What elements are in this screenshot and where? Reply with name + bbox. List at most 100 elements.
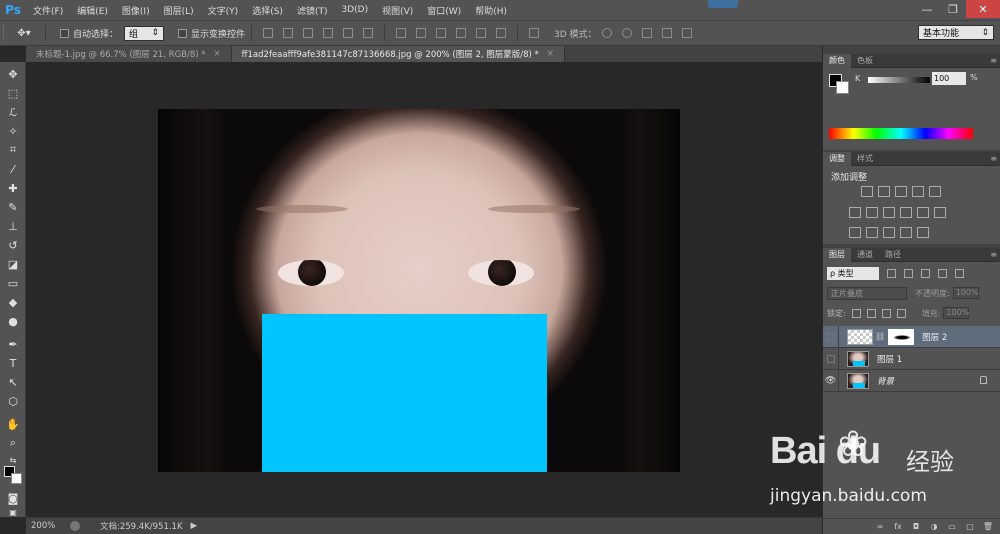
- filter-smart-object-icon[interactable]: [955, 269, 964, 278]
- tab-color[interactable]: 颜色: [823, 53, 851, 68]
- threshold-icon[interactable]: [883, 227, 895, 238]
- gradient-map-icon[interactable]: [900, 227, 912, 238]
- menu-select[interactable]: 选择(S): [245, 4, 290, 17]
- channel-mixer-icon[interactable]: [917, 207, 929, 218]
- group-icon[interactable]: ▭: [947, 522, 957, 532]
- align-hcenter-icon[interactable]: [343, 28, 354, 38]
- black-white-icon[interactable]: [883, 207, 895, 218]
- menu-layer[interactable]: 图层(L): [157, 4, 201, 17]
- fill-field[interactable]: 100%: [943, 307, 970, 319]
- 3d-rotate-icon[interactable]: [601, 28, 612, 38]
- layer-name[interactable]: 图层 1: [877, 353, 902, 365]
- close-icon[interactable]: ×: [547, 49, 554, 59]
- panel-menu-icon[interactable]: ≡: [990, 154, 997, 163]
- mask-link-icon[interactable]: ⛓: [875, 332, 885, 341]
- tab-paths[interactable]: 路径: [879, 248, 907, 262]
- exposure-icon[interactable]: [912, 186, 924, 197]
- link-icon[interactable]: ∞: [875, 522, 885, 532]
- lock-pixels-icon[interactable]: [866, 308, 876, 318]
- tab-swatches[interactable]: 色板: [851, 54, 879, 68]
- mask-icon[interactable]: ◘: [911, 522, 921, 532]
- auto-select-checkbox[interactable]: [60, 28, 69, 38]
- distribute-hcenter-icon[interactable]: [476, 28, 487, 38]
- menu-image[interactable]: 图像(I): [115, 4, 157, 17]
- history-brush-icon[interactable]: ↺: [4, 237, 22, 253]
- trash-icon[interactable]: 🗑: [983, 522, 993, 532]
- visibility-toggle[interactable]: [823, 325, 839, 348]
- panel-menu-icon[interactable]: ≡: [990, 56, 997, 65]
- layer-name[interactable]: 图层 2: [922, 331, 947, 343]
- k-value-field[interactable]: 100: [932, 72, 966, 85]
- 3d-scale-icon[interactable]: [681, 28, 692, 38]
- hand-tool-icon[interactable]: ✋: [4, 416, 22, 432]
- menu-filter[interactable]: 滤镜(T): [290, 4, 335, 17]
- filter-pixel-icon[interactable]: [887, 269, 896, 278]
- lasso-tool-icon[interactable]: ℒ: [4, 104, 22, 120]
- path-selection-icon[interactable]: ↖: [4, 374, 22, 390]
- blur-tool-icon[interactable]: ◆: [4, 294, 22, 310]
- shape-tool-icon[interactable]: ⬡: [4, 393, 22, 409]
- color-balance-icon[interactable]: [866, 207, 878, 218]
- lock-all-icon[interactable]: [896, 308, 906, 318]
- eraser-tool-icon[interactable]: ◪: [4, 256, 22, 272]
- distribute-vcenter-icon[interactable]: [416, 28, 427, 38]
- move-tool-icon[interactable]: ✥: [4, 66, 22, 82]
- clone-stamp-icon[interactable]: ⊥: [4, 218, 22, 234]
- gradient-tool-icon[interactable]: ▭: [4, 275, 22, 291]
- quick-mask-icon[interactable]: ◙: [4, 490, 22, 506]
- menu-3d[interactable]: 3D(D): [334, 5, 375, 15]
- invert-icon[interactable]: [849, 227, 861, 238]
- layer-name[interactable]: 背景: [877, 375, 894, 387]
- show-transform-checkbox[interactable]: [178, 28, 188, 38]
- auto-select-dropdown[interactable]: 组 ⇕: [124, 25, 165, 41]
- lock-transparency-icon[interactable]: [851, 308, 861, 318]
- background-color-swatch[interactable]: [11, 473, 22, 484]
- color-background-swatch[interactable]: [836, 81, 849, 94]
- magic-wand-icon[interactable]: ✧: [4, 123, 22, 139]
- close-icon[interactable]: ×: [214, 49, 221, 59]
- align-right-icon[interactable]: [363, 28, 374, 38]
- menu-help[interactable]: 帮助(H): [468, 4, 514, 17]
- menu-edit[interactable]: 编辑(E): [70, 4, 115, 17]
- fx-icon[interactable]: fx: [893, 522, 903, 532]
- visibility-toggle[interactable]: 👁: [823, 369, 839, 392]
- tab-channels[interactable]: 通道: [851, 248, 879, 262]
- tab-active-document[interactable]: ff1ad2feaafff9afe381147c87136668.jpg @ 2…: [231, 46, 565, 62]
- status-info-icon[interactable]: [70, 521, 80, 531]
- adjustment-icon[interactable]: ◑: [929, 522, 939, 532]
- panel-menu-icon[interactable]: ≡: [990, 250, 997, 259]
- tab-styles[interactable]: 样式: [851, 152, 879, 166]
- menu-view[interactable]: 视图(V): [375, 4, 420, 17]
- align-left-icon[interactable]: [323, 28, 334, 38]
- align-bottom-icon[interactable]: [303, 28, 314, 38]
- tab-untitled-1[interactable]: 未标题-1.jpg @ 66.7% (图层 21, RGB/8) * ×: [26, 46, 232, 62]
- tab-adjustments[interactable]: 调整: [823, 151, 851, 166]
- lock-position-icon[interactable]: [881, 308, 891, 318]
- restore-button[interactable]: ❐: [940, 0, 966, 18]
- brightness-icon[interactable]: [861, 186, 873, 197]
- cyan-rectangle-layer[interactable]: [262, 314, 547, 472]
- photo-filter-icon[interactable]: [900, 207, 912, 218]
- blend-mode-dropdown[interactable]: 正片叠底: [827, 286, 907, 300]
- new-layer-icon[interactable]: ▢: [965, 522, 975, 532]
- canvas-area[interactable]: [27, 62, 822, 517]
- vibrance-icon[interactable]: [929, 186, 941, 197]
- k-channel-slider[interactable]: [868, 77, 930, 83]
- auto-align-icon[interactable]: [529, 28, 540, 38]
- close-button[interactable]: ✕: [966, 0, 1000, 18]
- color-spectrum-ramp[interactable]: [829, 128, 973, 139]
- layer-row-layer-1[interactable]: 图层 1: [823, 347, 1000, 370]
- align-top-icon[interactable]: [263, 28, 274, 38]
- dodge-tool-icon[interactable]: ●: [4, 313, 22, 329]
- layer-filter-dropdown[interactable]: ρ 类型: [827, 267, 879, 280]
- zoom-tool-icon[interactable]: ⌕: [4, 435, 22, 451]
- filter-adjustment-icon[interactable]: [904, 269, 913, 278]
- zoom-field[interactable]: 200%: [26, 521, 64, 531]
- healing-brush-icon[interactable]: ✚: [4, 180, 22, 196]
- hue-saturation-icon[interactable]: [849, 207, 861, 218]
- menu-file[interactable]: 文件(F): [26, 4, 70, 17]
- type-tool-icon[interactable]: T: [4, 355, 22, 371]
- opacity-field[interactable]: 100%: [952, 287, 979, 299]
- layer-row-background[interactable]: 👁 背景: [823, 369, 1000, 392]
- crop-tool-icon[interactable]: ⌗: [4, 142, 22, 158]
